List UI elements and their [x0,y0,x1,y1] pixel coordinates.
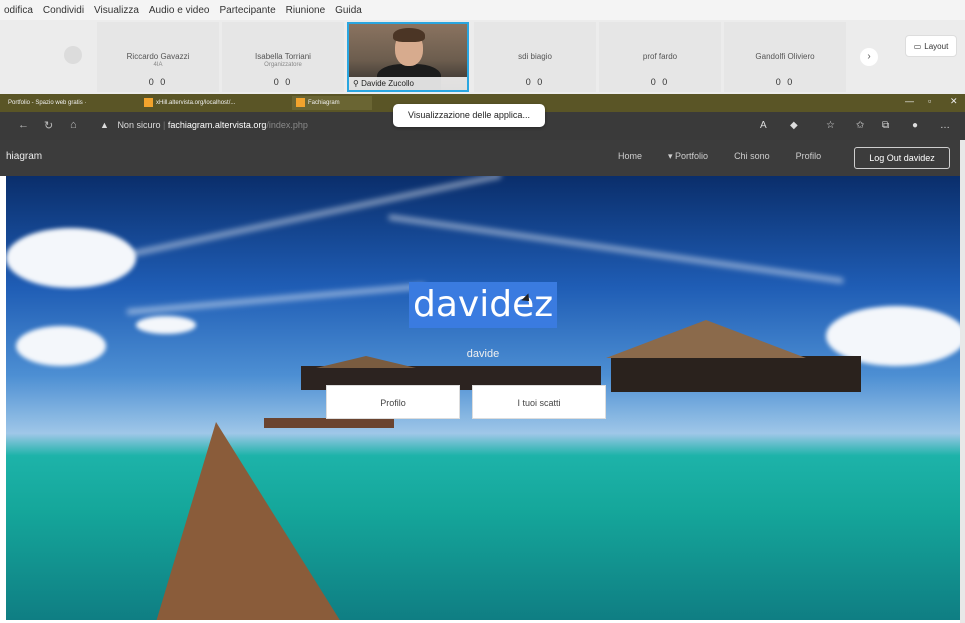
favicon-icon [144,97,153,107]
mic-status: 0 0 [775,77,795,87]
layout-icon: ▭ [913,41,922,51]
collections-icon[interactable]: ⧉ [882,120,889,131]
participant-tile[interactable]: Riccardo Gavazzi 4IA 0 0 [97,22,219,92]
participants-strip: Riccardo Gavazzi 4IA 0 0 Isabella Torria… [0,20,965,94]
participant-name: sdi biagio [518,52,552,61]
participant-video-tile[interactable]: ⚲ Davide Zucollo [347,22,469,92]
mic-status: 0 0 [273,77,293,87]
maximize-icon[interactable]: ▫ [928,96,931,106]
wooden-pier [156,422,341,620]
extension-icon[interactable]: ◆ [790,120,798,131]
scroll-right-button[interactable]: › [860,48,878,66]
sky-streak [387,214,845,284]
browser-tab[interactable]: Portfolio - Spazio web gratis · [4,96,134,110]
cloud [136,316,196,334]
tooltip: Visualizzazione delle applica... [393,104,545,127]
meeting-menu-bar: odifica Condividi Visualizza Audio e vid… [0,0,965,20]
browser-tab-active[interactable]: Fachiagram [292,96,372,110]
hero-subtitle: davide [466,348,500,360]
chevron-right-icon: › [867,51,871,62]
resort-deck [611,356,861,392]
home-icon[interactable]: ⌂ [70,119,77,131]
hero-title: davidez [413,284,554,325]
participant-name: Riccardo Gavazzi [126,52,190,61]
nav-link-portfolio[interactable]: ▾ Portfolio [668,151,708,162]
minimize-icon[interactable]: — [905,96,914,106]
site-nav-links: Home ▾ Portfolio Chi sono Profilo [618,151,821,162]
favorite-star-icon[interactable]: ☆ [826,120,835,131]
wooden-pier-end [264,418,394,428]
menu-item[interactable]: Visualizza [94,5,139,16]
site-navbar: hiagram Home ▾ Portfolio Chi sono Profil… [0,140,960,176]
favicon-icon [296,97,305,107]
refresh-icon[interactable]: ↻ [44,119,53,132]
participant-tile[interactable]: prof fardo 0 0 [599,22,721,92]
participant-name: ⚲ Davide Zucollo [349,77,467,90]
mic-status: 0 0 [148,77,168,87]
browser-tab[interactable]: xHill.altervista.org/localhost/... [140,96,285,110]
site-brand[interactable]: hiagram [6,151,42,162]
participant-name: Isabella Torriani [255,52,311,61]
mic-icon: ⚲ [353,79,362,88]
menu-item[interactable]: Condividi [43,5,84,16]
nav-link-home[interactable]: Home [618,151,642,162]
nav-link-profilo[interactable]: Profilo [796,151,822,162]
sky-streak [126,282,426,316]
photos-button[interactable]: I tuoi scatti [472,385,606,419]
participant-tile[interactable]: Gandolfi Oliviero 0 0 [724,22,846,92]
hero-title-highlight: davidez [409,282,558,328]
cloud [16,326,106,366]
profile-button[interactable]: Profilo [326,385,460,419]
menu-item[interactable]: Audio e video [149,5,210,16]
profile-avatar-icon[interactable]: ● [912,120,918,131]
page-scrollbar[interactable] [960,140,965,623]
layout-button[interactable]: ▭ Layout [905,35,957,57]
participant-tile[interactable]: sdi biagio 0 0 [474,22,596,92]
back-icon[interactable]: ← [18,119,29,131]
participant-name: Gandolfi Oliviero [755,52,815,61]
scroll-left-button[interactable] [64,46,82,64]
mic-status: 0 0 [650,77,670,87]
mic-status: 0 0 [525,77,545,87]
cloud [6,228,136,288]
menu-dots-icon[interactable]: … [940,120,950,131]
nav-link-chi-sono[interactable]: Chi sono [734,151,770,162]
participant-tile[interactable]: Isabella Torriani Organizzatore 0 0 [222,22,344,92]
participant-role: Organizzatore [264,62,302,68]
logout-button[interactable]: Log Out davidez [854,147,950,169]
read-aloud-icon[interactable]: A [760,120,767,131]
menu-item[interactable]: Partecipante [220,5,276,16]
warning-icon: ▲ [100,120,109,130]
menu-item[interactable]: Guida [335,5,362,16]
menu-item[interactable]: Riunione [286,5,325,16]
favorites-icon[interactable]: ✩ [856,120,864,131]
video-person-hair [393,28,425,42]
participant-role: 4IA [153,62,163,68]
close-icon[interactable]: ✕ [950,96,958,107]
hero-banner: davidez davide Profilo I tuoi scatti [6,176,960,620]
participant-name: prof fardo [642,52,678,61]
menu-item[interactable]: odifica [4,5,33,16]
url-field[interactable]: ▲ Non sicuro | fachiagram.altervista.org… [100,120,308,130]
